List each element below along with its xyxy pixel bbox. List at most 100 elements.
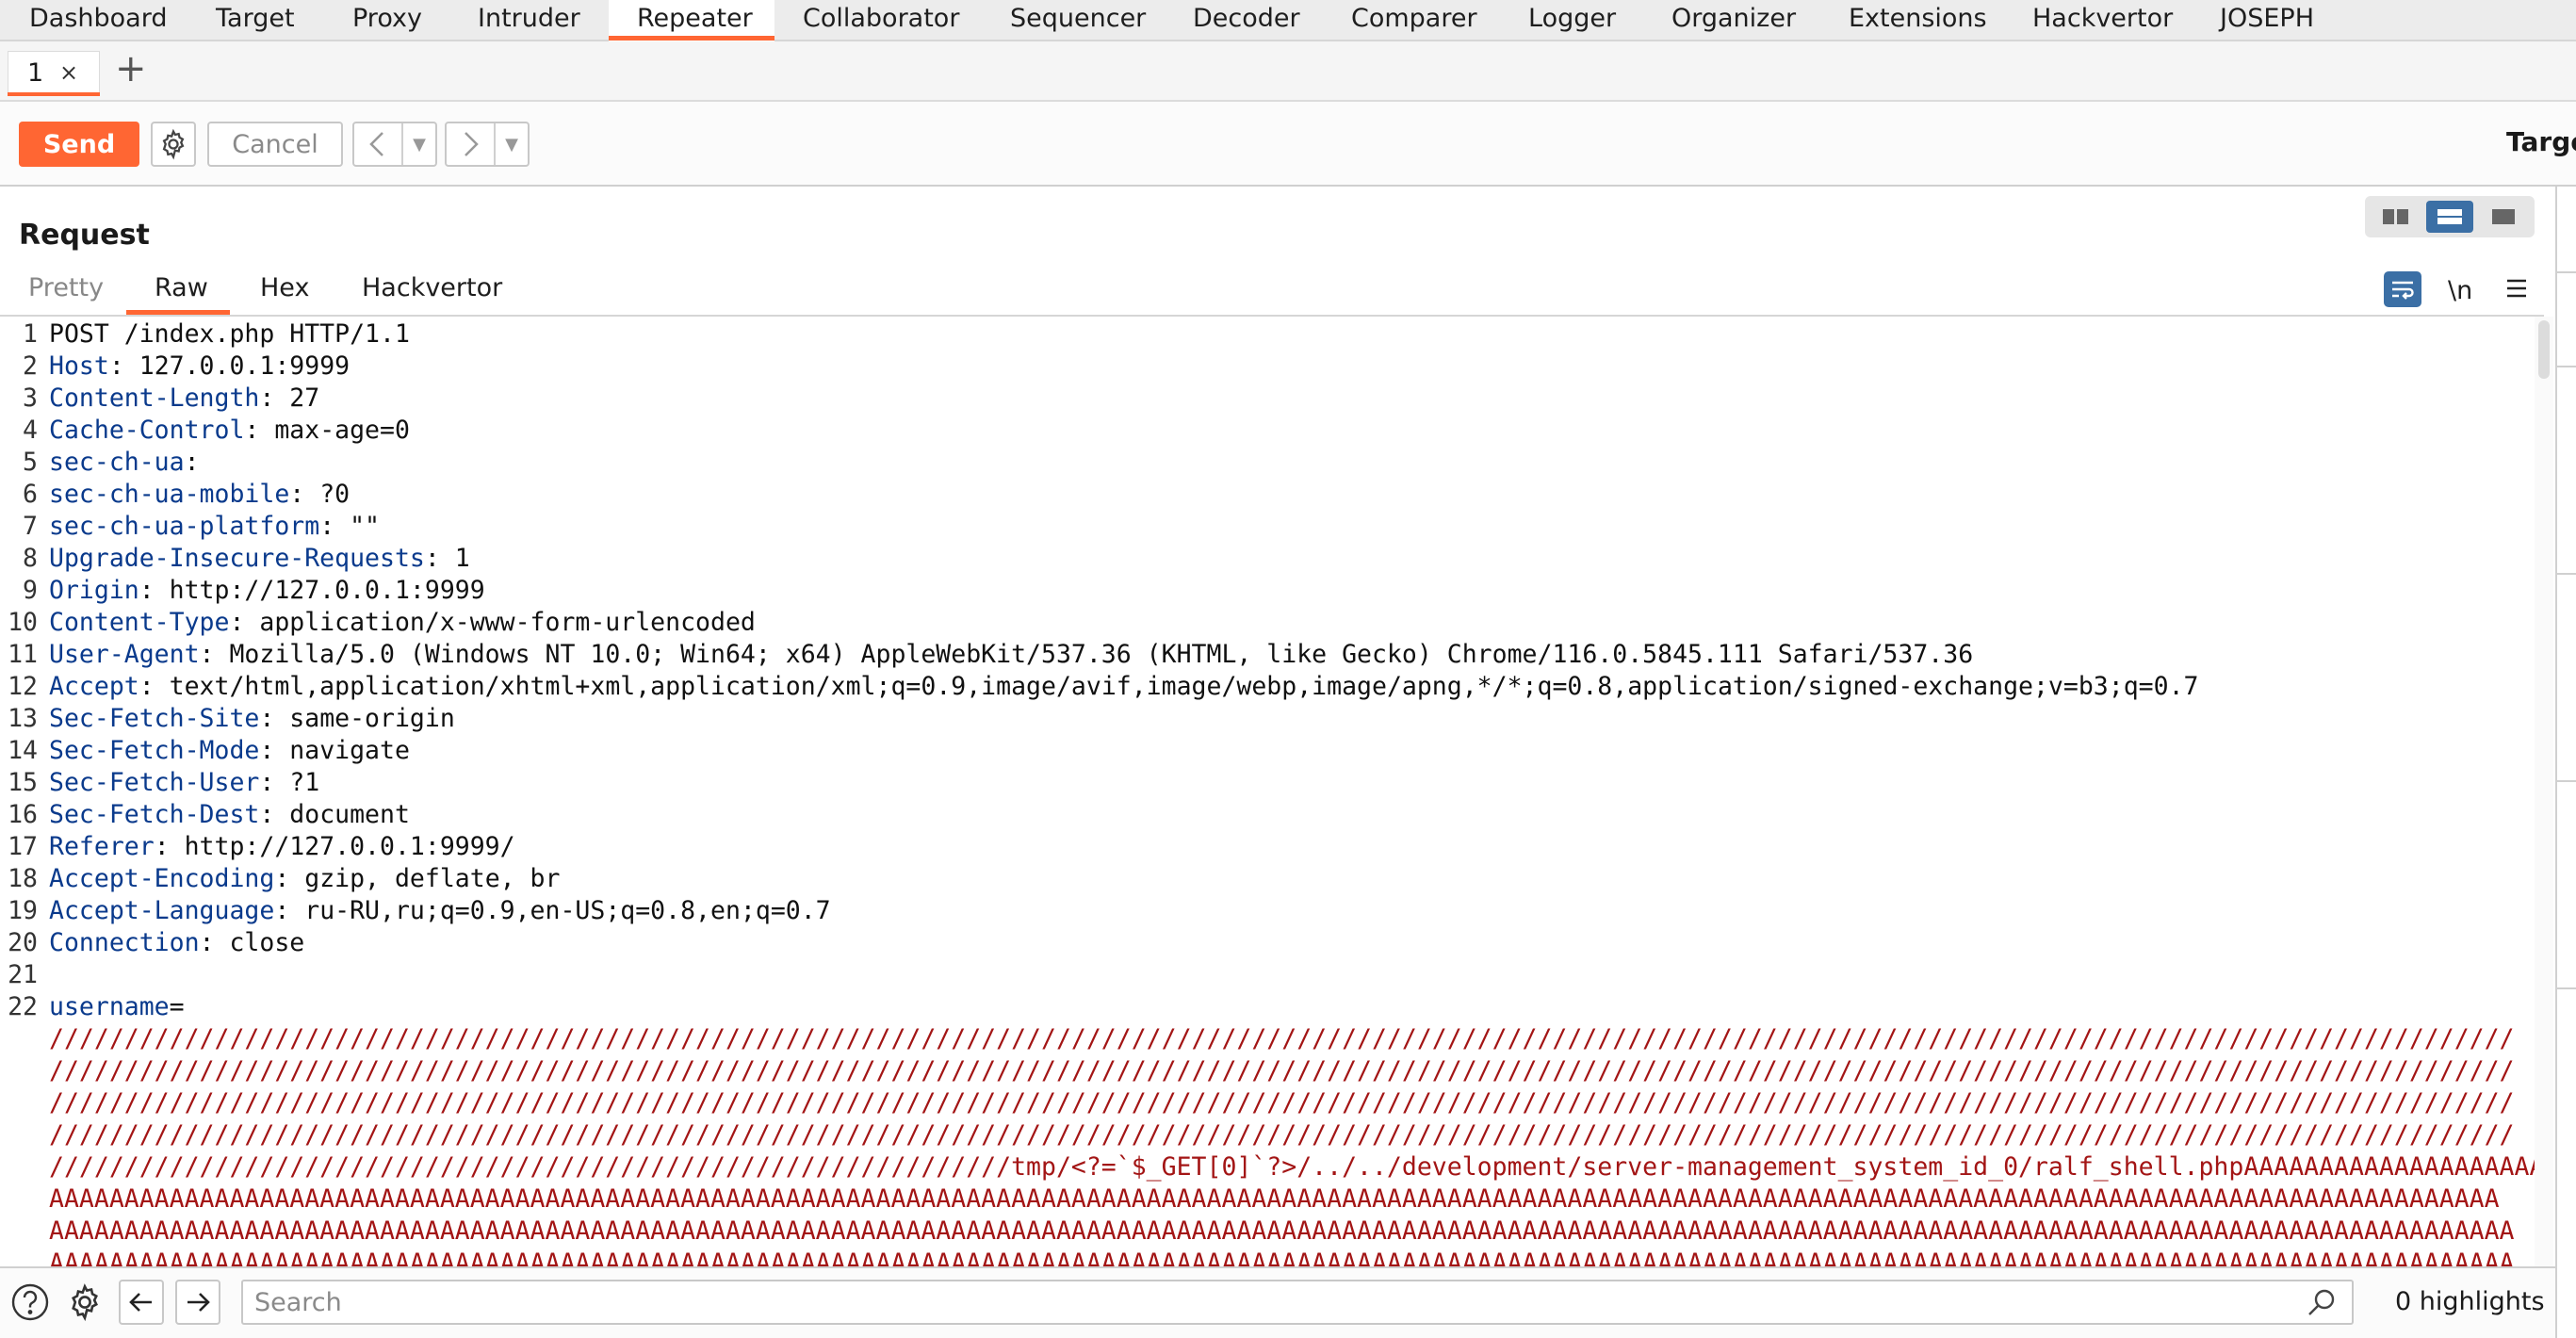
line-content: Upgrade-Insecure-Requests: 1 — [49, 543, 470, 575]
request-panel-title: Request — [19, 219, 150, 252]
chevron-left-icon[interactable] — [354, 123, 401, 165]
nav-proxy[interactable]: Proxy — [352, 0, 422, 40]
dropdown-caret-icon[interactable]: ▼ — [494, 123, 528, 165]
nav-comparer[interactable]: Comparer — [1351, 0, 1477, 40]
close-tab-icon[interactable]: × — [59, 59, 78, 86]
nav-logger[interactable]: Logger — [1528, 0, 1616, 40]
search-settings-button[interactable] — [62, 1280, 107, 1325]
history-back-group[interactable]: ▼ — [352, 122, 437, 167]
line-content: username= — [49, 991, 185, 1023]
nav-repeater[interactable]: Repeater — [637, 0, 753, 40]
header-name: sec-ch-ua-mobile — [49, 480, 290, 509]
arrow-right-icon — [187, 1293, 210, 1312]
nav-collaborator[interactable]: Collaborator — [803, 0, 959, 40]
layout-single-button[interactable] — [2480, 201, 2527, 233]
settings-button[interactable] — [151, 122, 196, 167]
text-segment: : 27 — [259, 383, 320, 413]
line-content: sec-ch-ua-mobile: ?0 — [49, 479, 350, 511]
newline-toggle[interactable]: \n — [2448, 271, 2472, 309]
wrap-lines-toggle[interactable] — [2384, 271, 2421, 307]
tab-hackvertor[interactable]: Hackvertor — [362, 273, 502, 302]
line-content: Cache-Control: max-age=0 — [49, 415, 410, 447]
header-name: sec-ch-ua-platform — [49, 512, 320, 541]
line-content: AAAAAAAAAAAAAAAAAAAAAAAAAAAAAAAAAAAAAAAA… — [49, 1248, 2515, 1266]
text-segment: : application/x-www-form-urlencoded — [229, 608, 756, 637]
tab-hex[interactable]: Hex — [260, 273, 309, 302]
line-content: Content-Length: 27 — [49, 383, 319, 415]
search-input[interactable] — [241, 1280, 2354, 1325]
right-side-panel-edge — [2555, 187, 2576, 1338]
dropdown-caret-icon[interactable]: ▼ — [401, 123, 435, 165]
help-button[interactable] — [8, 1280, 53, 1325]
cancel-button[interactable]: Cancel — [207, 122, 343, 167]
text-segment: = — [169, 992, 185, 1021]
line-number: 20 — [8, 928, 38, 957]
line-content: Accept-Language: ru-RU,ru;q=0.9,en-US;q=… — [49, 895, 831, 927]
text-segment: : close — [199, 928, 305, 957]
text-segment: : http://127.0.0.1:9999/ — [154, 832, 515, 861]
nav-dashboard[interactable]: Dashboard — [29, 0, 167, 40]
header-name: Content-Type — [49, 608, 230, 637]
line-number: 16 — [8, 800, 38, 829]
nav-organizer[interactable]: Organizer — [1671, 0, 1796, 40]
layout-stacked-button[interactable] — [2425, 201, 2473, 233]
gear-icon — [162, 128, 185, 160]
repeater-tab-1[interactable]: 1 × — [8, 51, 100, 94]
header-name: Sec-Fetch-Mode — [49, 736, 260, 765]
layout-side-by-side-button[interactable] — [2372, 201, 2420, 233]
nav-target[interactable]: Target — [216, 0, 295, 40]
editor-menu-button[interactable] — [2503, 269, 2531, 307]
line-number: 6 — [23, 480, 38, 509]
history-forward-group[interactable]: ▼ — [445, 122, 530, 167]
line-content: ////////////////////////////////////////… — [49, 1119, 2515, 1151]
tab-pretty[interactable]: Pretty — [28, 273, 104, 302]
nav-sequencer[interactable]: Sequencer — [1010, 0, 1146, 40]
line-content: AAAAAAAAAAAAAAAAAAAAAAAAAAAAAAAAAAAAAAAA… — [49, 1183, 2500, 1216]
text-segment: : gzip, deflate, br — [274, 864, 561, 893]
line-number: 18 — [8, 864, 38, 893]
line-number: 21 — [8, 960, 38, 989]
text-segment: : — [184, 448, 200, 477]
send-button[interactable]: Send — [19, 122, 139, 167]
target-label[interactable]: Targe — [2506, 126, 2576, 157]
nav-intruder[interactable]: Intruder — [478, 0, 580, 40]
nav-hackvertor[interactable]: Hackvertor — [2032, 0, 2173, 40]
gear-icon — [72, 1283, 98, 1322]
line-number: 11 — [8, 640, 38, 669]
text-segment: : text/html,application/xhtml+xml,applic… — [139, 672, 2199, 701]
text-segment: POST /index.php HTTP/1.1 — [49, 319, 410, 349]
line-content: Origin: http://127.0.0.1:9999 — [49, 575, 485, 607]
header-name: Connection — [49, 928, 200, 957]
tab-raw[interactable]: Raw — [155, 273, 208, 302]
line-content: User-Agent: Mozilla/5.0 (Windows NT 10.0… — [49, 639, 1973, 671]
add-tab-button[interactable]: + — [115, 47, 147, 90]
line-number: 8 — [23, 544, 38, 573]
header-name: Host — [49, 351, 109, 381]
line-number: 2 — [23, 351, 38, 381]
text-segment: : navigate — [259, 736, 410, 765]
line-content: AAAAAAAAAAAAAAAAAAAAAAAAAAAAAAAAAAAAAAAA… — [49, 1216, 2515, 1248]
active-subtab-indicator — [126, 310, 230, 315]
line-content: sec-ch-ua: — [49, 447, 200, 479]
nav-extensions[interactable]: Extensions — [1849, 0, 1987, 40]
request-editor[interactable]: 1 POST /index.php HTTP/1.1 2 Host: 127.0.0.… — [0, 317, 2535, 1266]
header-name: Accept-Encoding — [49, 864, 275, 893]
previous-match-button[interactable] — [119, 1280, 164, 1325]
line-number: 7 — [23, 512, 38, 541]
nav-decoder[interactable]: Decoder — [1193, 0, 1300, 40]
repeater-tab-strip: 1 × + — [0, 41, 2576, 102]
line-number: 10 — [8, 608, 38, 637]
search-icon[interactable] — [2307, 1287, 2337, 1321]
next-match-button[interactable] — [175, 1280, 220, 1325]
param-value: ////////////////////////////////////////… — [49, 1024, 2515, 1053]
chevron-right-icon[interactable] — [447, 123, 494, 165]
editor-scrollbar-thumb[interactable] — [2538, 320, 2550, 379]
active-nav-indicator — [609, 36, 774, 41]
line-content: Referer: http://127.0.0.1:9999/ — [49, 831, 515, 863]
editor-scrollbar[interactable] — [2535, 317, 2553, 1266]
param-value: ////////////////////////////////////////… — [49, 1088, 2515, 1118]
search-bar: 0 highlights — [0, 1266, 2555, 1338]
nav-joseph[interactable]: JOSEPH — [2220, 0, 2314, 40]
single-pane-icon — [2492, 209, 2516, 224]
line-content: ////////////////////////////////////////… — [49, 1087, 2515, 1119]
